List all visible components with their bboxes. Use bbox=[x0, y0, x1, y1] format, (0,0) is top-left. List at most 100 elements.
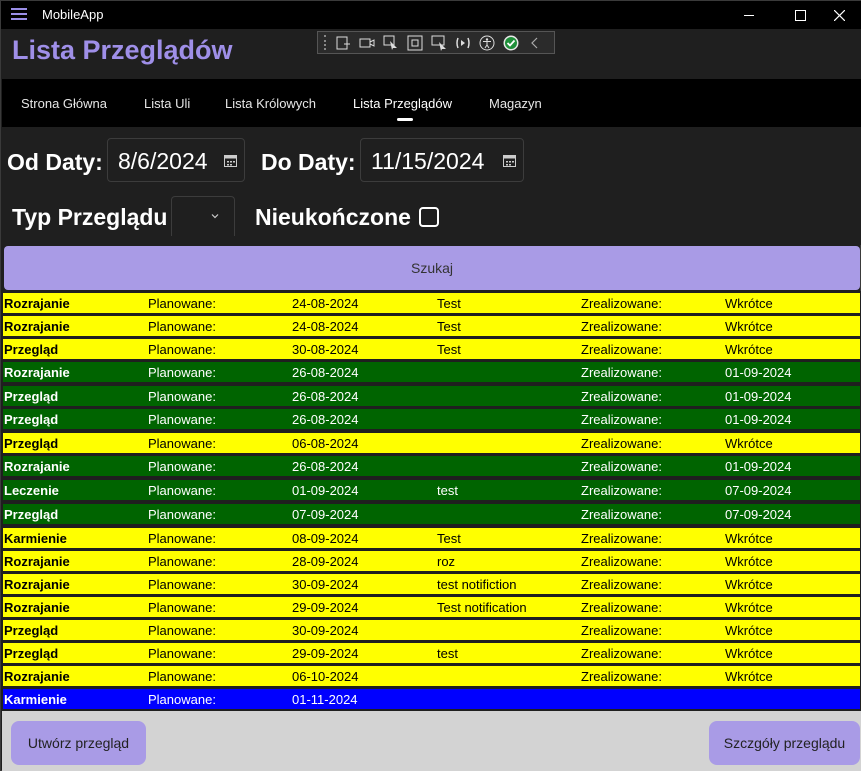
done-label: Zrealizowane: bbox=[581, 319, 662, 334]
done-date: 07-09-2024 bbox=[725, 507, 792, 522]
done-label: Zrealizowane: bbox=[581, 412, 662, 427]
debug-toolbar bbox=[317, 31, 555, 54]
toolbar-grip-icon[interactable] bbox=[324, 35, 328, 50]
inspection-type-select[interactable] bbox=[171, 196, 235, 236]
planned-label: Planowane: bbox=[148, 389, 216, 404]
done-date: Wkrótce bbox=[725, 531, 773, 546]
from-date-picker[interactable]: 8/6/2024 bbox=[107, 138, 245, 182]
done-date: 07-09-2024 bbox=[725, 483, 792, 498]
inspection-type: Rozrajanie bbox=[4, 459, 70, 474]
planned-date: 29-09-2024 bbox=[292, 600, 359, 615]
done-label: Zrealizowane: bbox=[581, 459, 662, 474]
list-item[interactable]: Karmienie Planowane: 08-09-2024 Test Zrealiz… bbox=[3, 528, 860, 548]
list-item[interactable]: Rozrajanie Planowane: 29-09-2024 Test notif… bbox=[3, 597, 860, 617]
inspection-type: Przegląd bbox=[4, 389, 59, 404]
inspection-details-button[interactable]: Szczgóły przeglądu bbox=[709, 721, 860, 765]
list-item[interactable]: Przegląd Planowane: 30-09-2024 Zrealizowane… bbox=[3, 620, 860, 640]
from-date-value: 8/6/2024 bbox=[118, 148, 208, 174]
tab-queens[interactable]: Lista Królowych bbox=[225, 96, 316, 111]
planned-label: Planowane: bbox=[148, 507, 216, 522]
planned-date: 28-09-2024 bbox=[292, 554, 359, 569]
list-item[interactable]: Rozrajanie Planowane: 28-09-2024 roz Zrealiz… bbox=[3, 551, 860, 571]
accessibility-icon[interactable] bbox=[478, 34, 496, 52]
list-item[interactable]: Rozrajanie Planowane: 24-08-2024 Test Zreali… bbox=[3, 293, 860, 313]
close-button[interactable] bbox=[816, 1, 861, 29]
planned-date: 26-08-2024 bbox=[292, 365, 359, 380]
close-icon bbox=[833, 9, 845, 21]
inspection-note: Test notification bbox=[437, 600, 527, 615]
tab-home[interactable]: Strona Główna bbox=[21, 96, 107, 111]
hamburger-menu-icon[interactable] bbox=[11, 8, 27, 20]
planned-label: Planowane: bbox=[148, 459, 216, 474]
done-date: 01-09-2024 bbox=[725, 365, 792, 380]
planned-date: 06-08-2024 bbox=[292, 436, 359, 451]
list-item[interactable]: Rozrajanie Planowane: 26-08-2024 Zrealizowa… bbox=[3, 456, 860, 476]
planned-label: Planowane: bbox=[148, 412, 216, 427]
calendar-icon bbox=[224, 155, 237, 167]
nav-bar: Strona Główna Lista Uli Lista Królowych … bbox=[2, 79, 861, 127]
display-adorners-icon[interactable] bbox=[406, 34, 424, 52]
unfinished-checkbox[interactable] bbox=[419, 207, 439, 227]
list-item[interactable]: Przegląd Planowane: 30-08-2024 Test Zrealizo… bbox=[3, 339, 860, 359]
planned-date: 30-09-2024 bbox=[292, 577, 359, 592]
tab-inspections[interactable]: Lista Przeglądów bbox=[353, 96, 452, 111]
track-focus-icon[interactable] bbox=[430, 34, 448, 52]
live-visual-tree-icon[interactable] bbox=[334, 34, 352, 52]
planned-date: 26-08-2024 bbox=[292, 459, 359, 474]
done-date: Wkrótce bbox=[725, 623, 773, 638]
list-item[interactable]: Rozrajanie Planowane: 26-08-2024 Zrealizowa… bbox=[3, 362, 860, 382]
planned-label: Planowane: bbox=[148, 669, 216, 684]
hot-reload-icon[interactable] bbox=[454, 34, 472, 52]
list-item[interactable]: Karmienie Planowane: 01-11-2024 bbox=[3, 689, 860, 709]
done-label: Zrealizowane: bbox=[581, 483, 662, 498]
inspection-note: Test bbox=[437, 531, 461, 546]
list-item[interactable]: Rozrajanie Planowane: 30-09-2024 test notif… bbox=[3, 574, 860, 594]
inspection-note: test bbox=[437, 483, 458, 498]
inspection-type: Przegląd bbox=[4, 412, 59, 427]
planned-date: 08-09-2024 bbox=[292, 531, 359, 546]
planned-label: Planowane: bbox=[148, 600, 216, 615]
list-item[interactable]: Przegląd Planowane: 26-08-2024 Zrealizowane… bbox=[3, 409, 860, 429]
list-item[interactable]: Przegląd Planowane: 29-09-2024 test Zrealizo… bbox=[3, 643, 860, 663]
app-title: MobileApp bbox=[42, 7, 104, 22]
planned-label: Planowane: bbox=[148, 319, 216, 334]
tab-hives[interactable]: Lista Uli bbox=[144, 96, 190, 111]
search-button[interactable]: Szukaj bbox=[4, 246, 860, 290]
list-item[interactable]: Przegląd Planowane: 07-09-2024 Zrealizowane… bbox=[3, 504, 860, 524]
check-success-icon[interactable] bbox=[502, 34, 520, 52]
done-label: Zrealizowane: bbox=[581, 365, 662, 380]
list-item[interactable]: Przegląd Planowane: 06-08-2024 Zrealizowane… bbox=[3, 433, 860, 453]
to-date-picker[interactable]: 11/15/2024 bbox=[360, 138, 524, 182]
list-item[interactable]: Rozrajanie Planowane: 06-10-2024 Zrealizowa… bbox=[3, 666, 860, 686]
minimize-button[interactable] bbox=[726, 1, 772, 29]
inspection-type: Rozrajanie bbox=[4, 365, 70, 380]
title-bar: MobileApp bbox=[1, 1, 861, 29]
planned-date: 29-09-2024 bbox=[292, 646, 359, 661]
create-inspection-button[interactable]: Utwórz przegląd bbox=[11, 721, 146, 765]
inspection-list: Rozrajanie Planowane: 24-08-2024 Test Zreali… bbox=[2, 291, 861, 711]
inspection-note: Test bbox=[437, 319, 461, 334]
planned-label: Planowane: bbox=[148, 577, 216, 592]
planned-date: 30-08-2024 bbox=[292, 342, 359, 357]
video-icon[interactable] bbox=[358, 34, 376, 52]
select-element-icon[interactable] bbox=[382, 34, 400, 52]
done-date: Wkrótce bbox=[725, 600, 773, 615]
list-item[interactable]: Przegląd Planowane: 26-08-2024 Zrealizowane… bbox=[3, 386, 860, 406]
list-item[interactable]: Rozrajanie Planowane: 24-08-2024 Test Zreali… bbox=[3, 316, 860, 336]
inspection-note: test bbox=[437, 646, 458, 661]
done-label: Zrealizowane: bbox=[581, 507, 662, 522]
done-date: 01-09-2024 bbox=[725, 389, 792, 404]
tab-warehouse[interactable]: Magazyn bbox=[489, 96, 542, 111]
planned-label: Planowane: bbox=[148, 342, 216, 357]
list-item[interactable]: Leczenie Planowane: 01-09-2024 test Zrealizo… bbox=[3, 480, 860, 500]
planned-date: 26-08-2024 bbox=[292, 412, 359, 427]
inspection-type: Karmienie bbox=[4, 531, 67, 546]
inspection-type: Rozrajanie bbox=[4, 554, 70, 569]
collapse-toolbar-icon[interactable] bbox=[526, 34, 544, 52]
inspection-type: Przegląd bbox=[4, 342, 59, 357]
planned-date: 26-08-2024 bbox=[292, 389, 359, 404]
done-date: Wkrótce bbox=[725, 319, 773, 334]
planned-date: 30-09-2024 bbox=[292, 623, 359, 638]
planned-date: 24-08-2024 bbox=[292, 296, 359, 311]
done-date: Wkrótce bbox=[725, 436, 773, 451]
